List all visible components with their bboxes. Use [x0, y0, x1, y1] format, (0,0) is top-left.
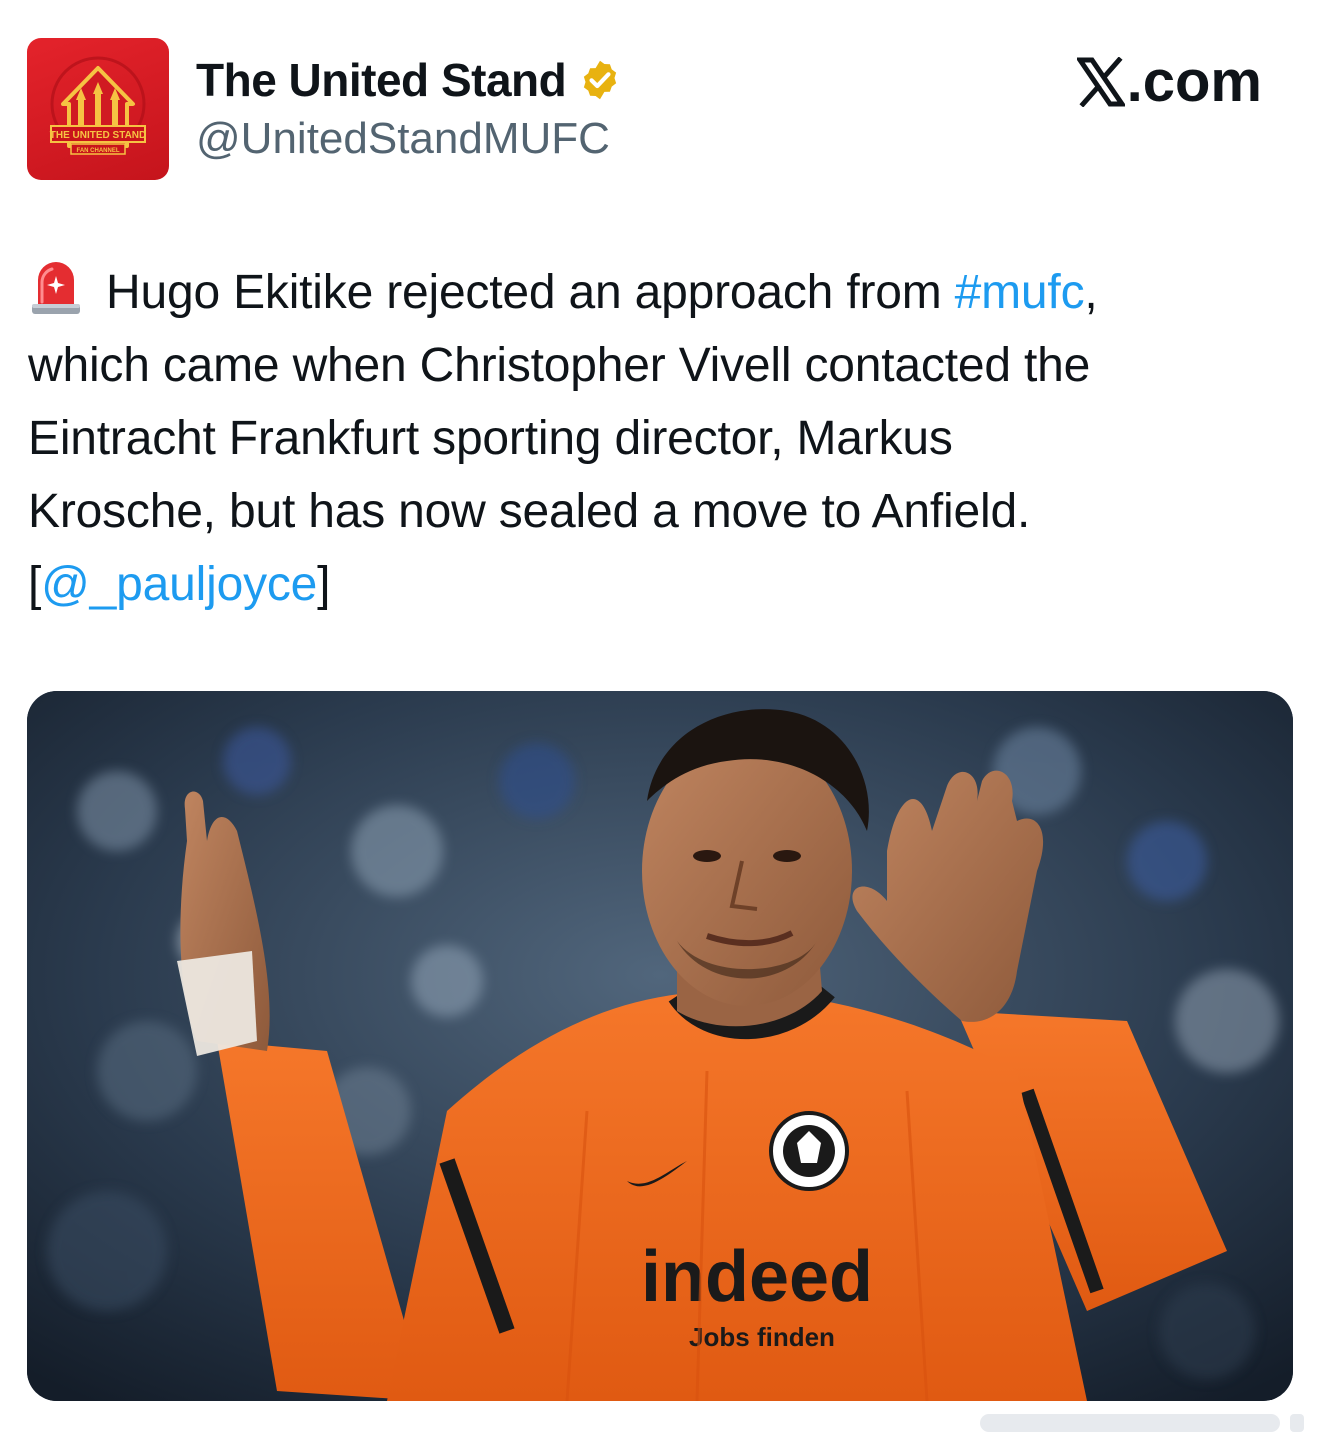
shirt-sponsor-tagline: Jobs finden	[689, 1322, 835, 1352]
x-logo-icon	[1076, 57, 1125, 107]
platform-suffix: .com	[1126, 49, 1262, 114]
tweet-media-photo[interactable]: indeed Jobs finden	[27, 691, 1293, 1401]
tweet-line-5: [@_pauljoyce]	[28, 548, 1298, 621]
watermark-icon	[980, 1414, 1304, 1432]
tweet-line-4: Krosche, but has now sealed a move to An…	[28, 485, 1031, 538]
platform-brand: .com	[1076, 49, 1262, 114]
author-avatar[interactable]: THE UNITED STAND FAN CHANNEL	[27, 38, 169, 180]
author-name-text: The United Stand	[196, 54, 567, 106]
avatar-logo-text: THE UNITED STAND	[50, 130, 146, 141]
bracket-open: [	[28, 558, 42, 611]
hashtag-mufc-link[interactable]: #mufc	[955, 266, 1085, 319]
author-display-name[interactable]: The United Stand	[196, 52, 622, 108]
mention-pauljoyce-link[interactable]: @_pauljoyce	[41, 558, 317, 611]
team-crest-icon: THE UNITED STAND FAN CHANNEL	[50, 56, 146, 155]
shirt-sponsor-text: indeed	[641, 1237, 873, 1317]
tweet-line-3: Eintracht Frankfurt sporting director, M…	[28, 412, 953, 465]
author-handle[interactable]: @UnitedStandMUFC	[196, 112, 610, 166]
verified-badge-icon	[584, 60, 617, 100]
avatar-logo-subtext: FAN CHANNEL	[77, 148, 120, 154]
siren-icon	[32, 262, 80, 314]
bracket-close: ]	[317, 558, 331, 611]
tweet-text: Hugo Ekitike rejected an approach from #…	[28, 256, 1298, 621]
tweet-line-1: Hugo Ekitike rejected an approach from #…	[28, 256, 1298, 329]
football-player-photo: indeed Jobs finden	[27, 691, 1293, 1401]
tweet-text-segment: ,	[1084, 266, 1098, 319]
tweet-text-segment: Hugo Ekitike rejected an approach from	[106, 266, 955, 319]
tweet-line-2: which came when Christopher Vivell conta…	[28, 339, 1091, 392]
